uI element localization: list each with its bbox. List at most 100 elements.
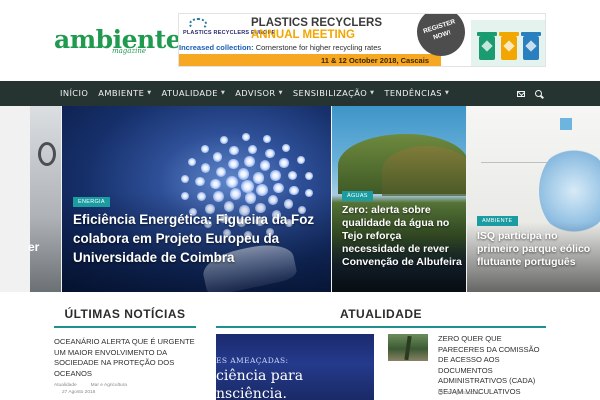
section-title: ATUALIDADE [339,307,423,321]
led-dot [252,171,265,184]
led-dot [244,156,255,167]
slide-partial-left[interactable] [30,106,61,292]
led-dot [228,158,239,170]
site-header: ambiente magazine PLASTICS RECYCLERS EUR… [0,0,600,80]
logo-subtitle: magazine [112,47,147,55]
slide-title[interactable]: Zero: alerta sobre qualidade da água no … [342,204,464,269]
nav-label: ADVISOR [235,88,276,98]
blue-tab-graphic [560,118,572,130]
led-dot [259,160,271,171]
main-navigation: INÍCIO AMBIENTE ▼ ATUALIDADE ▼ ADVISOR ▼ SE… [0,81,600,106]
slide-title[interactable]: Eficiência Energética: Figueira da Foz c… [73,210,323,267]
recycling-bin-icon [477,32,497,60]
nav-item-sensibilizacao[interactable]: SENSIBILIZAÇÃO ▼ [288,81,380,106]
nav-item-advisor[interactable]: ADVISOR ▼ [230,81,288,106]
chevron-down-icon: ▼ [147,90,152,96]
news-date: 27 Agosto 2018 [62,390,96,395]
feature-article-image[interactable]: ES AMEAÇADAS: ciência para nsciência. [216,334,374,400]
featured-slider: er ENERGIA Eficiência Energética: Figuei… [0,106,600,292]
banner-tagline-rest: Cornerstone for higher recycling rates [253,43,382,52]
led-dot [265,149,275,159]
dotted-arc-icon [189,18,207,30]
recycling-bins-illustration [471,20,545,66]
feature-text-line: nsciência. [216,386,287,400]
led-dot [237,168,250,180]
partial-slide-caption: er [28,240,40,254]
plastics-recyclers-europe-logo: PLASTICS RECYCLERS EUROPE [183,18,275,42]
led-dot [247,144,258,154]
news-tags: Atualidade Mar e Agricultura [54,383,196,388]
atualidade-section: ATUALIDADE ES AMEAÇADAS: ciência para ns… [216,306,546,400]
led-dot [263,135,272,144]
led-dot [226,176,238,189]
led-dot [180,174,189,183]
slide-aguas[interactable]: ÁGUAS Zero: alerta sobre qualidade da ág… [332,106,466,292]
led-dot [220,136,229,145]
banner-dates: 11 & 12 October 2018, Cascais [179,54,441,66]
article-thumbnail[interactable] [388,334,428,361]
clock-icon [438,390,443,395]
led-dot [287,171,298,181]
recycling-bin-icon [521,32,541,60]
latest-news-section: ÚLTIMAS NOTÍCIAS OCEANÁRIO ALERTA QUE É … [54,306,196,400]
nav-label: SENSIBILIZAÇÃO [292,88,368,98]
category-badge[interactable]: AMBIENTE [477,216,518,226]
news-headline[interactable]: OCEANÁRIO ALERTA QUE É URGENTE UM MAIOR … [54,337,196,379]
nav-label: INÍCIO [60,88,89,98]
page: ambiente magazine PLASTICS RECYCLERS EUR… [0,0,600,400]
chevron-down-icon: ▼ [370,90,375,96]
nav-label: ATUALIDADE [161,88,218,98]
section-divider [216,326,546,328]
hill-graphic [382,146,466,196]
news-date: 27 Agosto 2018 [446,391,480,396]
slide-energia[interactable]: ENERGIA Eficiência Energética: Figueira … [62,106,331,292]
search-icon[interactable] [535,90,542,97]
slide-title[interactable]: ISQ participa no primeiro parque eólico … [477,230,600,269]
led-dot [201,163,211,173]
led-dot [201,145,210,153]
nav-item-tendencias[interactable]: TENDÊNCIAS ▼ [379,81,454,106]
led-dot [240,179,254,193]
recycling-bin-icon [499,32,519,60]
category-badge[interactable]: ÁGUAS [342,191,373,201]
nav-item-inicio[interactable]: INÍCIO [55,81,93,106]
banner-tagline: Increased collection: Cornerstone for hi… [179,43,381,52]
banner-tagline-bold: Increased collection: [179,43,254,52]
led-dot [187,158,196,167]
category-badge[interactable]: ENERGIA [73,197,110,207]
chevron-down-icon: ▼ [444,90,450,96]
led-dot [210,178,221,190]
nav-item-ambiente[interactable]: AMBIENTE ▼ [93,81,156,106]
section-title: ÚLTIMAS NOTÍCIAS [64,307,186,321]
led-dot [296,156,305,165]
nav-menu: INÍCIO AMBIENTE ▼ ATUALIDADE ▼ ADVISOR ▼ SE… [55,81,454,106]
bicycle-wheel-graphic [38,142,56,166]
led-dot [229,145,239,156]
section-divider [54,326,196,328]
nav-icons [517,81,542,106]
banner-title-line1: PLASTICS RECYCLERS [251,17,382,29]
chevron-down-icon: ▼ [220,90,226,96]
slide-ambiente[interactable]: AMBIENTE ISQ participa no primeiro parqu… [467,106,600,292]
feature-text-line: ciência para [216,368,304,384]
news-tag[interactable]: Atualidade [54,383,77,388]
led-dot [213,152,223,162]
news-tag[interactable]: Mar e Agricultura [91,383,127,388]
led-dot [215,166,227,178]
banner-title-line2: ANNUAL MEETING [251,29,355,41]
ad-banner[interactable]: PLASTICS RECYCLERS EUROPE PLASTICS RECYC… [178,13,546,67]
nav-item-atualidade[interactable]: ATUALIDADE ▼ [156,81,230,106]
led-dot [270,170,281,181]
led-dot [304,172,313,181]
feature-text-line: ES AMEAÇADAS: [216,356,289,365]
site-logo[interactable]: ambiente magazine [54,26,182,56]
led-dot [279,158,289,168]
chevron-down-icon: ▼ [278,90,283,96]
news-date-row: 27 Agosto 2018 [438,390,479,396]
led-dot [282,143,291,152]
led-dot [195,177,205,187]
envelope-icon[interactable] [517,90,525,97]
news-headline[interactable]: ZERO QUER QUE PARECERES DA COMISSÃO DE A… [438,334,546,397]
led-dot [241,132,250,141]
nav-label: AMBIENTE [98,88,145,98]
